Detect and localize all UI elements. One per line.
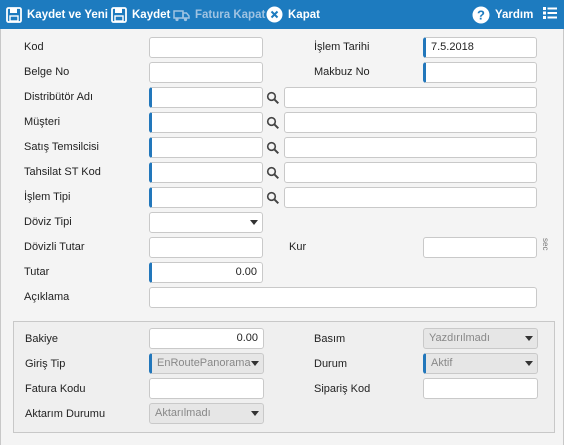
fatura-kodu-input[interactable] [149, 378, 264, 399]
save-and-new-button[interactable]: Kaydet ve Yeni [6, 0, 108, 29]
truck-icon [173, 8, 190, 22]
fatura-kodu-label: Fatura Kodu [25, 383, 86, 395]
floppy-icon [6, 6, 22, 23]
tahsilat-st-kod-label: Tahsilat ST Kod [24, 166, 101, 178]
tahsilat-st-kod-name-input[interactable] [284, 162, 537, 183]
makbuz-no-label: Makbuz No [314, 66, 370, 78]
magnifier-icon[interactable] [266, 166, 280, 180]
summary-panel: Bakiye 0.00 Basım Yazdırılmadı Giriş Tip… [13, 321, 555, 433]
makbuz-no-input[interactable] [423, 62, 537, 83]
islem-tipi-name-input[interactable] [284, 187, 537, 208]
tahsilat-st-kod-code-input[interactable] [149, 162, 263, 183]
islem-tipi-code-input[interactable] [149, 187, 263, 208]
close-label: Kapat [288, 8, 320, 21]
siparis-kod-label: Sipariş Kod [314, 383, 371, 395]
musteri-label: Müşteri [24, 116, 61, 128]
close-circle-icon [266, 6, 283, 23]
invoice-close-button[interactable]: Fatura Kapat [173, 0, 265, 29]
kod-input[interactable] [149, 37, 263, 58]
help-label: Yardım [495, 8, 534, 21]
chevron-down-icon [250, 220, 258, 225]
close-button[interactable]: Kapat [266, 0, 320, 29]
distributor-adi-label: Distribütör Adı [24, 91, 94, 103]
islem-tarihi-input[interactable]: 7.5.2018 [423, 37, 537, 58]
distributor-name-input[interactable] [284, 87, 537, 108]
magnifier-icon[interactable] [266, 191, 280, 205]
tutar-input[interactable]: 0.00 [149, 262, 263, 283]
chevron-down-icon [251, 411, 259, 416]
musteri-name-input[interactable] [284, 112, 537, 133]
belge-no-label: Belge No [24, 66, 70, 78]
list-menu-icon [543, 6, 557, 23]
siparis-kod-input[interactable] [423, 378, 538, 399]
durum-value: Aktif [431, 357, 453, 369]
kur-side-text: sec [541, 238, 550, 251]
aktarim-durumu-select[interactable]: Aktarılmadı [149, 403, 264, 424]
magnifier-icon[interactable] [266, 141, 280, 155]
save-label: Kaydet [132, 8, 171, 21]
islem-tipi-label: İşlem Tipi [24, 191, 71, 203]
durum-label: Durum [314, 358, 348, 370]
basim-value: Yazdırılmadı [429, 332, 490, 344]
chevron-down-icon [525, 361, 533, 366]
islem-tarihi-label: İşlem Tarihi [314, 41, 370, 53]
aktarim-durumu-value: Aktarılmadı [155, 407, 211, 419]
chevron-down-icon [525, 336, 533, 341]
basim-select[interactable]: Yazdırılmadı [423, 328, 538, 349]
kod-label: Kod [24, 41, 44, 53]
question-circle-icon: ? [472, 6, 490, 24]
form-area: Kod İşlem Tarihi 7.5.2018 Belge No Makbu… [0, 29, 564, 445]
help-button[interactable]: ? Yardım [472, 0, 533, 29]
floppy-icon [111, 6, 127, 23]
kur-input[interactable] [423, 237, 537, 258]
toolbar: Kaydet ve Yeni Kaydet Fatura Kapat Kapat… [0, 0, 564, 29]
doviz-tipi-select[interactable] [149, 212, 263, 233]
dovizli-tutar-input[interactable] [149, 237, 263, 258]
aktarim-durumu-label: Aktarım Durumu [25, 408, 106, 420]
chevron-down-icon [251, 361, 259, 366]
svg-text:?: ? [477, 7, 485, 22]
aciklama-label: Açıklama [24, 291, 70, 303]
kur-label: Kur [289, 241, 307, 253]
magnifier-icon[interactable] [266, 116, 280, 130]
giris-tip-select[interactable]: EnRoutePanorama [149, 353, 264, 374]
invoice-close-label: Fatura Kapat [195, 8, 266, 21]
menu-button[interactable] [543, 0, 557, 29]
giris-tip-value: EnRoutePanorama [157, 357, 251, 369]
musteri-code-input[interactable] [149, 112, 263, 133]
doviz-tipi-label: Döviz Tipi [24, 216, 72, 228]
aciklama-input[interactable] [149, 287, 537, 308]
magnifier-icon[interactable] [266, 91, 280, 105]
dovizli-tutar-label: Dövizli Tutar [24, 241, 85, 253]
satis-temsilcisi-code-input[interactable] [149, 137, 263, 158]
durum-select[interactable]: Aktif [423, 353, 538, 374]
tutar-label: Tutar [24, 266, 50, 278]
bakiye-input[interactable]: 0.00 [149, 328, 264, 349]
distributor-code-input[interactable] [149, 87, 263, 108]
save-and-new-label: Kaydet ve Yeni [27, 8, 108, 21]
belge-no-input[interactable] [149, 62, 263, 83]
satis-temsilcisi-name-input[interactable] [284, 137, 537, 158]
satis-temsilcisi-label: Satış Temsilcisi [24, 141, 99, 153]
giris-tip-label: Giriş Tip [25, 358, 66, 370]
basim-label: Basım [314, 333, 346, 345]
bakiye-label: Bakiye [25, 333, 59, 345]
save-button[interactable]: Kaydet [111, 0, 170, 29]
